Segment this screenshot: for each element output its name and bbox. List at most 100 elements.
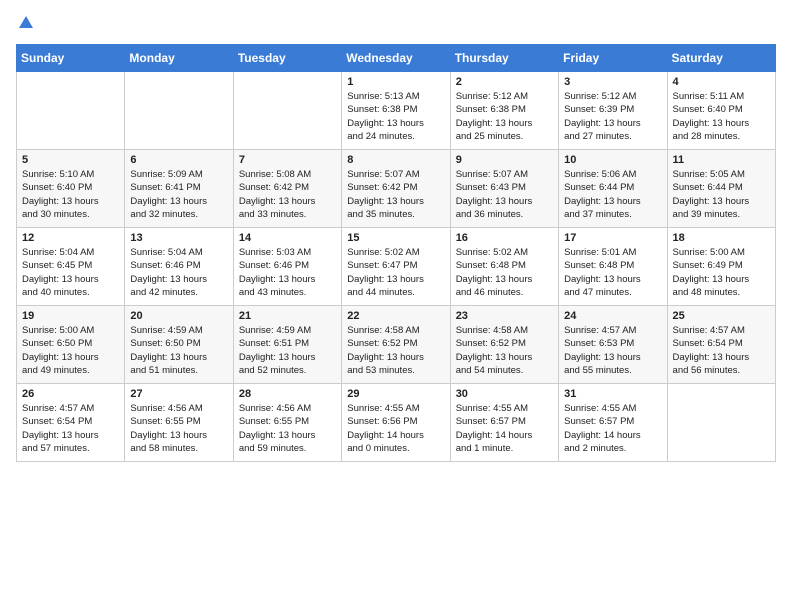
col-header-monday: Monday <box>125 45 233 72</box>
calendar-table: SundayMondayTuesdayWednesdayThursdayFrid… <box>16 44 776 462</box>
day-info: Sunrise: 5:00 AM Sunset: 6:49 PM Dayligh… <box>673 246 770 299</box>
calendar-cell: 23 Sunrise: 4:58 AM Sunset: 6:52 PM Dayli… <box>450 306 558 384</box>
day-number: 16 <box>456 232 553 244</box>
calendar-cell: 4 Sunrise: 5:11 AM Sunset: 6:40 PM Daylig… <box>667 72 775 150</box>
logo-icon <box>17 14 35 32</box>
day-info: Sunrise: 5:06 AM Sunset: 6:44 PM Dayligh… <box>564 168 661 221</box>
calendar-cell: 6Sunrise: 5:09 AM Sunset: 6:41 PM Daylig… <box>125 150 233 228</box>
calendar-cell <box>17 72 125 150</box>
calendar-cell: 29 Sunrise: 4:55 AM Sunset: 6:56 PM Dayli… <box>342 384 450 462</box>
calendar-cell: 19 Sunrise: 5:00 AM Sunset: 6:50 PM Dayli… <box>17 306 125 384</box>
day-info: Sunrise: 5:03 AM Sunset: 6:46 PM Dayligh… <box>239 246 336 299</box>
day-number: 26 <box>22 388 119 400</box>
day-number: 17 <box>564 232 661 244</box>
day-number: 20 <box>130 310 227 322</box>
logo <box>16 16 35 32</box>
day-info: Sunrise: 4:57 AM Sunset: 6:53 PM Dayligh… <box>564 324 661 377</box>
day-number: 23 <box>456 310 553 322</box>
calendar-cell: 17 Sunrise: 5:01 AM Sunset: 6:48 PM Dayli… <box>559 228 667 306</box>
col-header-friday: Friday <box>559 45 667 72</box>
day-info: Sunrise: 5:11 AM Sunset: 6:40 PM Dayligh… <box>673 90 770 143</box>
calendar-cell: 7Sunrise: 5:08 AM Sunset: 6:42 PM Daylig… <box>233 150 341 228</box>
calendar-cell: 24 Sunrise: 4:57 AM Sunset: 6:53 PM Dayli… <box>559 306 667 384</box>
day-info: Sunrise: 4:55 AM Sunset: 6:57 PM Dayligh… <box>564 402 661 455</box>
day-info: Sunrise: 4:55 AM Sunset: 6:57 PM Dayligh… <box>456 402 553 455</box>
day-info: Sunrise: 5:04 AM Sunset: 6:46 PM Dayligh… <box>130 246 227 299</box>
calendar-cell: 12 Sunrise: 5:04 AM Sunset: 6:45 PM Dayli… <box>17 228 125 306</box>
col-header-tuesday: Tuesday <box>233 45 341 72</box>
calendar-cell: 27Sunrise: 4:56 AM Sunset: 6:55 PM Dayli… <box>125 384 233 462</box>
day-info: Sunrise: 4:56 AM Sunset: 6:55 PM Dayligh… <box>239 402 336 455</box>
week-row-2: 5 Sunrise: 5:10 AM Sunset: 6:40 PM Daylig… <box>17 150 776 228</box>
week-row-1: 1Sunrise: 5:13 AM Sunset: 6:38 PM Daylig… <box>17 72 776 150</box>
day-info: Sunrise: 5:10 AM Sunset: 6:40 PM Dayligh… <box>22 168 119 221</box>
day-number: 15 <box>347 232 444 244</box>
day-number: 3 <box>564 76 661 88</box>
day-info: Sunrise: 5:12 AM Sunset: 6:38 PM Dayligh… <box>456 90 553 143</box>
day-info: Sunrise: 5:02 AM Sunset: 6:47 PM Dayligh… <box>347 246 444 299</box>
day-number: 25 <box>673 310 770 322</box>
day-info: Sunrise: 4:59 AM Sunset: 6:50 PM Dayligh… <box>130 324 227 377</box>
day-number: 5 <box>22 154 119 166</box>
day-number: 13 <box>130 232 227 244</box>
day-number: 30 <box>456 388 553 400</box>
calendar-cell: 16 Sunrise: 5:02 AM Sunset: 6:48 PM Dayli… <box>450 228 558 306</box>
day-number: 18 <box>673 232 770 244</box>
day-info: Sunrise: 4:55 AM Sunset: 6:56 PM Dayligh… <box>347 402 444 455</box>
week-row-3: 12 Sunrise: 5:04 AM Sunset: 6:45 PM Dayli… <box>17 228 776 306</box>
calendar-cell: 3 Sunrise: 5:12 AM Sunset: 6:39 PM Daylig… <box>559 72 667 150</box>
day-number: 11 <box>673 154 770 166</box>
day-number: 4 <box>673 76 770 88</box>
calendar-cell: 22 Sunrise: 4:58 AM Sunset: 6:52 PM Dayli… <box>342 306 450 384</box>
calendar-cell: 25 Sunrise: 4:57 AM Sunset: 6:54 PM Dayli… <box>667 306 775 384</box>
col-header-sunday: Sunday <box>17 45 125 72</box>
day-number: 1 <box>347 76 444 88</box>
calendar-cell: 14 Sunrise: 5:03 AM Sunset: 6:46 PM Dayli… <box>233 228 341 306</box>
day-number: 14 <box>239 232 336 244</box>
day-number: 9 <box>456 154 553 166</box>
day-info: Sunrise: 5:05 AM Sunset: 6:44 PM Dayligh… <box>673 168 770 221</box>
day-number: 22 <box>347 310 444 322</box>
day-number: 29 <box>347 388 444 400</box>
day-info: Sunrise: 4:58 AM Sunset: 6:52 PM Dayligh… <box>347 324 444 377</box>
day-info: Sunrise: 4:57 AM Sunset: 6:54 PM Dayligh… <box>673 324 770 377</box>
day-number: 8 <box>347 154 444 166</box>
day-info: Sunrise: 5:00 AM Sunset: 6:50 PM Dayligh… <box>22 324 119 377</box>
col-header-wednesday: Wednesday <box>342 45 450 72</box>
calendar-cell: 26 Sunrise: 4:57 AM Sunset: 6:54 PM Dayli… <box>17 384 125 462</box>
header-row: SundayMondayTuesdayWednesdayThursdayFrid… <box>17 45 776 72</box>
calendar-cell: 31 Sunrise: 4:55 AM Sunset: 6:57 PM Dayli… <box>559 384 667 462</box>
calendar-cell: 18 Sunrise: 5:00 AM Sunset: 6:49 PM Dayli… <box>667 228 775 306</box>
calendar-cell <box>233 72 341 150</box>
day-info: Sunrise: 5:08 AM Sunset: 6:42 PM Dayligh… <box>239 168 336 221</box>
day-info: Sunrise: 5:09 AM Sunset: 6:41 PM Dayligh… <box>130 168 227 221</box>
week-row-5: 26 Sunrise: 4:57 AM Sunset: 6:54 PM Dayli… <box>17 384 776 462</box>
calendar-cell: 15 Sunrise: 5:02 AM Sunset: 6:47 PM Dayli… <box>342 228 450 306</box>
calendar-cell: 2Sunrise: 5:12 AM Sunset: 6:38 PM Daylig… <box>450 72 558 150</box>
day-info: Sunrise: 4:58 AM Sunset: 6:52 PM Dayligh… <box>456 324 553 377</box>
calendar-cell: 1Sunrise: 5:13 AM Sunset: 6:38 PM Daylig… <box>342 72 450 150</box>
page-header <box>16 16 776 32</box>
day-info: Sunrise: 4:57 AM Sunset: 6:54 PM Dayligh… <box>22 402 119 455</box>
col-header-thursday: Thursday <box>450 45 558 72</box>
calendar-cell: 21 Sunrise: 4:59 AM Sunset: 6:51 PM Dayli… <box>233 306 341 384</box>
week-row-4: 19 Sunrise: 5:00 AM Sunset: 6:50 PM Dayli… <box>17 306 776 384</box>
day-info: Sunrise: 5:12 AM Sunset: 6:39 PM Dayligh… <box>564 90 661 143</box>
calendar-cell: 20 Sunrise: 4:59 AM Sunset: 6:50 PM Dayli… <box>125 306 233 384</box>
day-info: Sunrise: 4:56 AM Sunset: 6:55 PM Dayligh… <box>130 402 227 455</box>
calendar-cell: 10 Sunrise: 5:06 AM Sunset: 6:44 PM Dayli… <box>559 150 667 228</box>
calendar-cell: 5 Sunrise: 5:10 AM Sunset: 6:40 PM Daylig… <box>17 150 125 228</box>
day-number: 21 <box>239 310 336 322</box>
calendar-cell <box>667 384 775 462</box>
day-info: Sunrise: 5:01 AM Sunset: 6:48 PM Dayligh… <box>564 246 661 299</box>
day-info: Sunrise: 4:59 AM Sunset: 6:51 PM Dayligh… <box>239 324 336 377</box>
calendar-cell: 11 Sunrise: 5:05 AM Sunset: 6:44 PM Dayli… <box>667 150 775 228</box>
day-number: 31 <box>564 388 661 400</box>
day-info: Sunrise: 5:02 AM Sunset: 6:48 PM Dayligh… <box>456 246 553 299</box>
day-number: 12 <box>22 232 119 244</box>
day-number: 24 <box>564 310 661 322</box>
day-info: Sunrise: 5:04 AM Sunset: 6:45 PM Dayligh… <box>22 246 119 299</box>
calendar-cell <box>125 72 233 150</box>
day-number: 10 <box>564 154 661 166</box>
day-number: 19 <box>22 310 119 322</box>
